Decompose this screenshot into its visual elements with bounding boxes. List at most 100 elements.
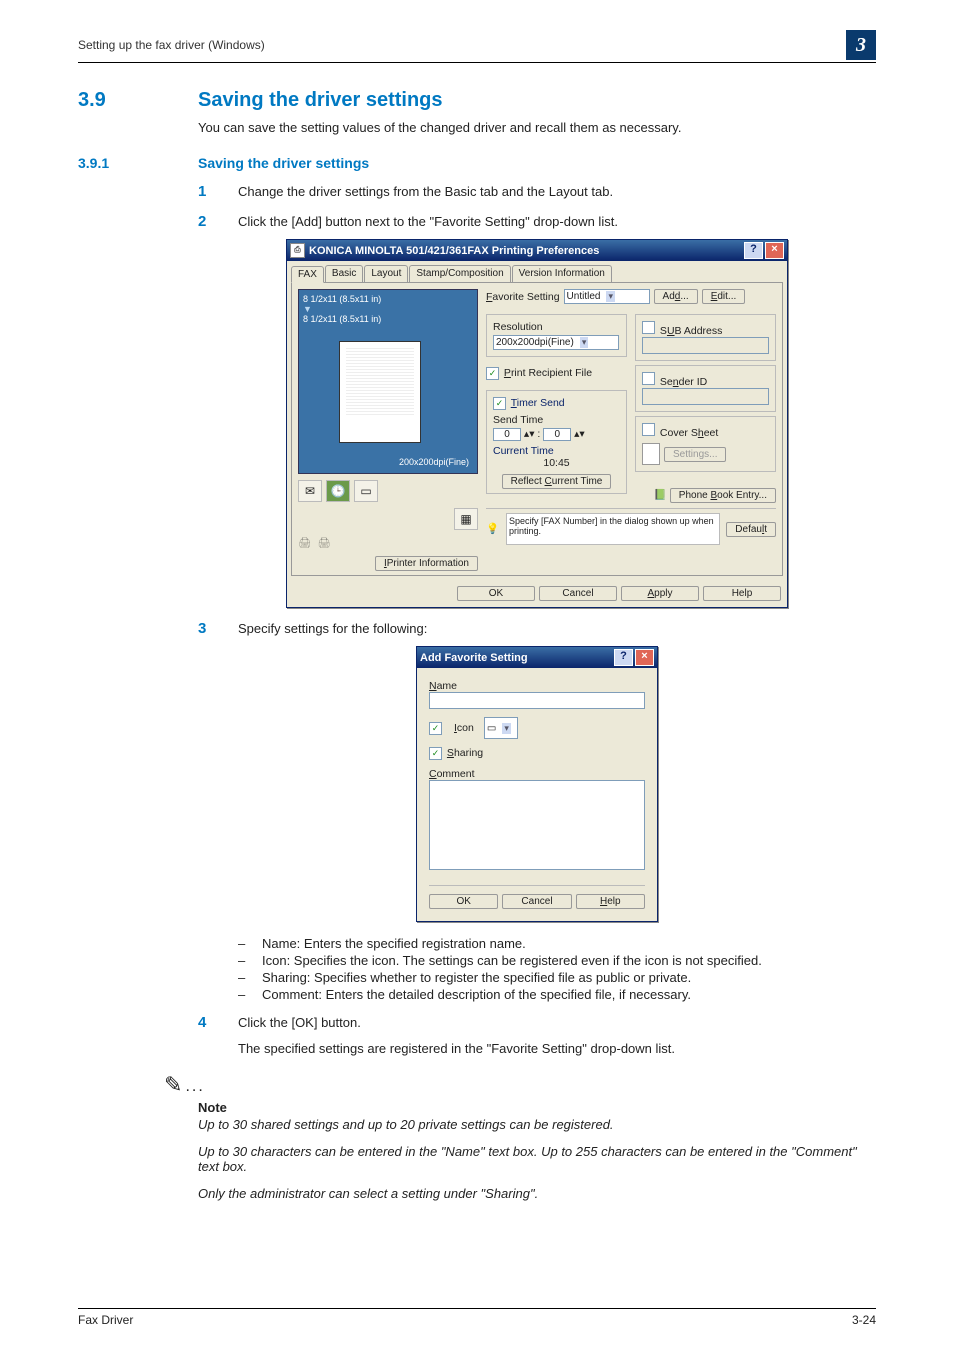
cover-sheet-label: Cover Sheet — [660, 427, 718, 439]
icon-label: Icon — [454, 722, 474, 734]
printer-info-button[interactable]: IPrinter InformationPrinter Information — [375, 556, 478, 571]
cover-settings-button[interactable]: Settings... — [664, 447, 726, 462]
send-time-label: Send Time — [493, 414, 620, 426]
step-4-number: 4 — [198, 1014, 238, 1058]
tab-fax[interactable]: FAX — [291, 266, 324, 283]
toolbar-icon-6: 🖨 — [317, 536, 330, 549]
favorite-setting-combo[interactable]: Untitled — [564, 289, 650, 304]
reflect-current-time-button[interactable]: Reflect Current Time — [502, 474, 612, 489]
dialog2-ok-button[interactable]: OK — [429, 894, 498, 909]
step-4-result: The specified settings are registered in… — [238, 1040, 675, 1058]
apply-button[interactable]: Apply — [621, 586, 699, 601]
dash-icon: – — [238, 987, 252, 1002]
resolution-combo[interactable]: 200x200dpi(Fine) — [493, 335, 619, 350]
footer-right: 3-24 — [852, 1313, 876, 1327]
hint-text: Specify [FAX Number] in the dialog shown… — [506, 513, 720, 545]
subsection-number: 3.9.1 — [78, 155, 198, 171]
cover-sheet-thumb-icon — [642, 443, 660, 465]
step-1-text: Change the driver settings from the Basi… — [238, 183, 613, 201]
step-1-number: 1 — [198, 183, 238, 201]
icon-combo[interactable]: ▭ — [484, 717, 518, 739]
sub-address-input — [642, 337, 769, 354]
cancel-button[interactable]: Cancel — [539, 586, 617, 601]
step-2-text: Click the [Add] button next to the "Favo… — [238, 213, 618, 231]
add-favorite-dialog: Add Favorite Setting ? × Name Name ✓ Ico… — [416, 646, 658, 922]
step-2-number: 2 — [198, 213, 238, 231]
name-label: Name — [429, 680, 645, 692]
comment-label: Comment — [429, 768, 645, 780]
print-recipient-checkbox[interactable]: ✓ — [486, 367, 499, 380]
edit-button[interactable]: Edit... — [702, 289, 746, 304]
note-3: Only the administrator can select a sett… — [198, 1186, 876, 1201]
minute-spinner[interactable]: 0 — [543, 428, 571, 441]
bullet-comment: Comment: Enters the detailed description… — [262, 987, 691, 1002]
printing-prefs-dialog: ⎙ KONICA MINOLTA 501/421/361FAX Printing… — [286, 239, 788, 608]
dialog2-help-button[interactable]: Help — [576, 894, 645, 909]
section-number: 3.9 — [78, 89, 198, 112]
note-label: Note — [198, 1100, 876, 1115]
tab-layout[interactable]: Layout — [364, 265, 408, 282]
dash-icon: – — [238, 953, 252, 968]
cover-sheet-checkbox[interactable] — [642, 423, 655, 436]
sharing-checkbox[interactable]: ✓ — [429, 747, 442, 760]
tab-version[interactable]: Version Information — [512, 265, 612, 282]
step-4-text: Click the [OK] button. — [238, 1014, 675, 1032]
preview-size-1: 8 1/2x11 (8.5x11 in) — [303, 294, 473, 304]
phone-book-button[interactable]: Phone Book Entry... — [670, 488, 776, 503]
subsection-title: Saving the driver settings — [198, 155, 369, 171]
hint-bulb-icon: 💡 — [486, 522, 500, 536]
toolbar-icon-4[interactable]: ▦ — [454, 508, 478, 530]
dialog-title: KONICA MINOLTA 501/421/361FAX Printing P… — [309, 245, 599, 257]
help-button-2[interactable]: Help — [703, 586, 781, 601]
section-intro: You can save the setting values of the c… — [198, 120, 876, 135]
sender-id-input — [642, 388, 769, 405]
note-1: Up to 30 shared settings and up to 20 pr… — [198, 1117, 876, 1132]
section-title: Saving the driver settings — [198, 89, 443, 112]
dialog-app-icon: ⎙ — [290, 243, 305, 258]
tab-stamp[interactable]: Stamp/Composition — [409, 265, 510, 282]
default-button[interactable]: Default — [726, 522, 776, 537]
tab-basic[interactable]: Basic — [325, 265, 363, 282]
timer-send-label: Timer Send — [511, 397, 565, 409]
toolbar-icon-5: 🖨 — [298, 536, 311, 549]
current-time-label: Current Time — [493, 445, 620, 457]
step-3-text: Specify settings for the following: — [238, 620, 427, 638]
sub-address-label: SUB Address — [660, 325, 722, 337]
toolbar-icon-1[interactable]: ✉ — [298, 480, 322, 502]
favorite-setting-label: Favorite Setting — [486, 291, 560, 303]
add-button[interactable]: Add... — [654, 289, 698, 304]
dialog2-help-button[interactable]: ? — [614, 649, 633, 666]
dialog2-cancel-button[interactable]: Cancel — [502, 894, 571, 909]
footer-left: Fax Driver — [78, 1313, 133, 1327]
toolbar-icon-3[interactable]: ▭ — [354, 480, 378, 502]
name-input[interactable] — [429, 692, 645, 709]
ok-button[interactable]: OK — [457, 586, 535, 601]
sub-address-checkbox[interactable] — [642, 321, 655, 334]
sender-id-label: Sender ID — [660, 376, 707, 388]
bullet-sharing: Sharing: Specifies whether to register t… — [262, 970, 691, 985]
bullet-icon: Icon: Specifies the icon. The settings c… — [262, 953, 762, 968]
chapter-badge: 3 — [846, 30, 876, 60]
hour-spinner[interactable]: 0 — [493, 428, 521, 441]
icon-checkbox[interactable]: ✓ — [429, 722, 442, 735]
dialog2-close-button[interactable]: × — [635, 649, 654, 666]
breadcrumb: Setting up the fax driver (Windows) — [78, 38, 265, 52]
sender-id-checkbox[interactable] — [642, 372, 655, 385]
current-time-value: 10:45 — [493, 457, 620, 469]
dialog2-title: Add Favorite Setting — [420, 652, 528, 664]
print-recipient-label: Print Recipient File — [504, 367, 592, 379]
dash-icon: – — [238, 970, 252, 985]
toolbar-icon-2[interactable]: 🕒 — [326, 480, 350, 502]
preview-size-2: 8 1/2x11 (8.5x11 in) — [303, 314, 473, 324]
page-preview: 8 1/2x11 (8.5x11 in) ▼ 8 1/2x11 (8.5x11 … — [298, 289, 478, 474]
resolution-label: Resolution — [493, 321, 620, 333]
note-2: Up to 30 characters can be entered in th… — [198, 1144, 876, 1174]
sharing-label: Sharing — [447, 747, 483, 759]
comment-textarea[interactable] — [429, 780, 645, 870]
timer-send-checkbox[interactable]: ✓ — [493, 397, 506, 410]
bullet-name: Name: Enters the specified registration … — [262, 936, 526, 951]
close-button[interactable]: × — [765, 242, 784, 259]
note-icon: ✎... — [164, 1072, 876, 1098]
help-button[interactable]: ? — [744, 242, 763, 259]
step-3-number: 3 — [198, 620, 238, 638]
